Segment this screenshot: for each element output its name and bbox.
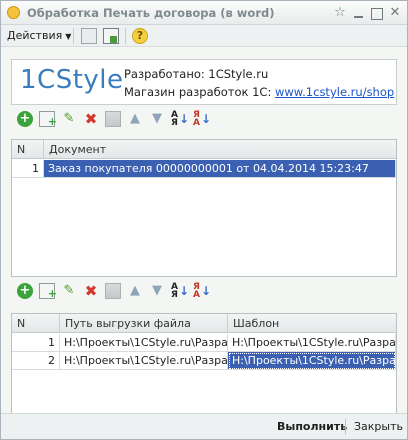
- documents-table[interactable]: N Документ 1 Заказ покупателя 0000000000…: [11, 139, 397, 277]
- minimize-icon[interactable]: [350, 5, 366, 21]
- shop-link[interactable]: www.1cstyle.ru/shop: [275, 85, 394, 99]
- template-cell[interactable]: H:\Проекты\1CStyle.ru\Разра...: [228, 334, 396, 352]
- grid-icon[interactable]: [105, 111, 121, 127]
- footer: Выполнить Закрыть: [1, 413, 407, 439]
- copy-icon[interactable]: [39, 111, 57, 130]
- templates-table[interactable]: N Путь выгрузки файла Шаблон 1 H:\Проект…: [11, 313, 397, 415]
- path-cell[interactable]: H:\Проекты\1CStyle.ru\Разра...: [60, 352, 228, 370]
- delete-icon[interactable]: ✖: [83, 111, 99, 127]
- run-button[interactable]: Выполнить: [277, 420, 347, 433]
- toolbar-divider: [125, 28, 126, 44]
- developed-by: Разработано: 1CStyle.ru: [124, 67, 268, 81]
- document-cell[interactable]: Заказ покупателя 00000000001 от 04.04.20…: [44, 160, 396, 178]
- sort-asc-icon[interactable]: А Я ↓: [171, 111, 191, 128]
- maximize-icon[interactable]: [368, 5, 384, 21]
- column-header-n[interactable]: N: [12, 140, 44, 159]
- window: Обработка Печать договора (в word) ☆ ✕ Д…: [0, 0, 408, 440]
- table-header: N Документ: [12, 140, 396, 159]
- row-number: 1: [12, 160, 44, 178]
- row-number: 1: [12, 334, 60, 352]
- delete-icon[interactable]: ✖: [83, 283, 99, 299]
- chevron-down-icon: ▼: [65, 32, 72, 41]
- shop-line: Магазин разработок 1С: www.1cstyle.ru/sh…: [124, 85, 394, 99]
- title-bar: Обработка Печать договора (в word) ☆ ✕: [1, 1, 407, 25]
- toolbar-divider: [73, 28, 74, 44]
- actions-menu[interactable]: Действия ▼: [7, 29, 71, 42]
- actions-menu-label: Действия: [7, 29, 63, 42]
- column-header-template[interactable]: Шаблон: [228, 314, 396, 333]
- table-row[interactable]: 2 H:\Проекты\1CStyle.ru\Разра... H:\Прое…: [12, 352, 396, 370]
- template-cell[interactable]: H:\Проекты\1CStyle.ru\Разра...: [228, 352, 396, 370]
- table-row[interactable]: 1 H:\Проекты\1CStyle.ru\Разра... H:\Прое…: [12, 334, 396, 352]
- close-button[interactable]: Закрыть: [354, 420, 403, 433]
- column-header-path[interactable]: Путь выгрузки файла: [60, 314, 228, 333]
- developed-label: Разработано:: [124, 67, 205, 81]
- move-down-icon[interactable]: ▼: [149, 283, 165, 299]
- shop-label: Магазин разработок 1С:: [124, 85, 272, 99]
- footer-divider: [345, 419, 346, 434]
- copy-icon[interactable]: [39, 283, 57, 302]
- sort-desc-icon[interactable]: Я А ↓: [193, 283, 213, 300]
- move-up-icon[interactable]: ▲: [127, 283, 143, 299]
- app-icon: [7, 6, 20, 19]
- edit-icon[interactable]: ✎: [61, 111, 77, 127]
- sort-desc-icon[interactable]: Я А ↓: [193, 111, 213, 128]
- move-down-icon[interactable]: ▼: [149, 111, 165, 127]
- help-icon[interactable]: ?: [132, 28, 148, 44]
- add-icon[interactable]: +: [17, 283, 33, 299]
- row-number: 2: [12, 352, 60, 370]
- developer-banner: 1CStyle Разработано: 1CStyle.ru Магазин …: [11, 59, 397, 105]
- templates-toolbar: + ✎ ✖ ▲ ▼ АЯ↓ ЯА↓: [13, 283, 253, 303]
- table-row[interactable]: 1 Заказ покупателя 00000000001 от 04.04.…: [12, 160, 396, 178]
- star-icon[interactable]: ☆: [332, 5, 348, 21]
- add-icon[interactable]: +: [17, 111, 33, 127]
- window-title: Обработка Печать договора (в word): [27, 6, 275, 20]
- logo: 1CStyle: [20, 65, 124, 95]
- path-cell[interactable]: H:\Проекты\1CStyle.ru\Разра...: [60, 334, 228, 352]
- documents-toolbar: + ✎ ✖ ▲ ▼ АЯ↓ ЯА↓: [13, 111, 253, 131]
- column-header-n[interactable]: N: [12, 314, 60, 333]
- table-header: N Путь выгрузки файла Шаблон: [12, 314, 396, 333]
- developed-value: 1CStyle.ru: [208, 67, 269, 81]
- sort-asc-icon[interactable]: А Я ↓: [171, 283, 191, 300]
- grid-icon[interactable]: [105, 283, 121, 299]
- column-header-document[interactable]: Документ: [44, 140, 396, 159]
- document-export-icon[interactable]: [103, 28, 119, 44]
- command-bar: Действия ▼ ?: [1, 25, 407, 47]
- document-icon[interactable]: [81, 28, 97, 44]
- close-icon[interactable]: ✕: [387, 5, 403, 21]
- edit-icon[interactable]: ✎: [61, 283, 77, 299]
- move-up-icon[interactable]: ▲: [127, 111, 143, 127]
